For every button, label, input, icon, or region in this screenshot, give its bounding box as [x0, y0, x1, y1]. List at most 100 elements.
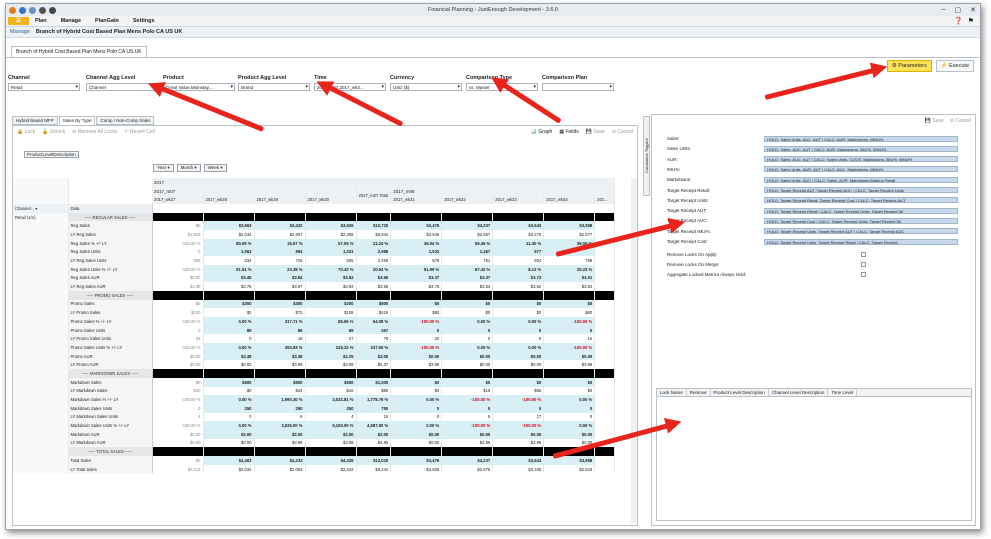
data-cell[interactable]: 534: [203, 256, 255, 265]
maximize-icon[interactable]: ▢: [955, 6, 962, 14]
data-cell[interactable]: $108: [305, 308, 357, 317]
data-cell[interactable]: 267: [355, 325, 392, 335]
data-cell[interactable]: 0: [543, 412, 596, 422]
lock-column-header[interactable]: Channel Level Description: [769, 389, 829, 396]
data-cell[interactable]: $0: [441, 299, 494, 309]
data-cell[interactable]: 4: [305, 412, 357, 422]
parameter-value[interactable]: HOLD: Sales Units, AUC | CALC: Sales, AU…: [764, 176, 958, 183]
data-cell[interactable]: 89: [254, 325, 306, 335]
data-cell[interactable]: [594, 412, 616, 422]
data-cell[interactable]: [594, 360, 616, 370]
data-cell[interactable]: $0: [543, 386, 596, 396]
data-cell[interactable]: [441, 369, 494, 378]
data-cell[interactable]: -100.00 %: [543, 317, 596, 326]
data-cell[interactable]: 79: [355, 334, 392, 344]
data-cell[interactable]: $3.99: [254, 360, 306, 370]
column-header[interactable]: 2017_wk29: [254, 195, 306, 205]
remove-all-locks-button[interactable]: ⊘ Remove All Locks: [72, 129, 117, 135]
data-cell[interactable]: $3.37: [390, 273, 443, 283]
data-cell[interactable]: 0.00 %: [203, 395, 255, 404]
data-cell[interactable]: $8,842: [355, 230, 392, 239]
data-cell[interactable]: 34: [152, 334, 204, 344]
data-cell[interactable]: [594, 351, 616, 361]
data-cell[interactable]: [594, 308, 616, 317]
data-cell[interactable]: 57.09 %: [305, 238, 357, 248]
data-cell[interactable]: $0.00: [152, 273, 204, 283]
data-cell[interactable]: $0: [441, 308, 494, 317]
column-header[interactable]: 2017_wk28: [203, 195, 255, 205]
filter-product-agg[interactable]: Product Agg Level Brand: [238, 75, 310, 91]
data-cell[interactable]: [543, 212, 596, 222]
data-cell[interactable]: $60: [543, 308, 596, 317]
graph-button[interactable]: 📊 Graph: [531, 129, 553, 135]
data-cell[interactable]: $0.00: [152, 360, 204, 370]
month-header-button[interactable]: Month ▾: [176, 164, 201, 172]
filter-currency[interactable]: Currency USD ($): [390, 75, 462, 91]
data-cell[interactable]: 36.54 %: [390, 238, 443, 248]
tab-hybrid-mfp[interactable]: Hybrid Based MFP: [12, 116, 58, 125]
data-cell[interactable]: $4,326: [305, 456, 357, 465]
data-cell[interactable]: 0: [543, 403, 596, 413]
data-cell[interactable]: $3.59: [355, 273, 392, 283]
data-cell[interactable]: [203, 447, 255, 456]
data-cell[interactable]: -100.00 %: [441, 395, 494, 404]
data-cell[interactable]: [390, 447, 443, 456]
revert-cell-button[interactable]: ↶ Revert Cell: [124, 129, 154, 135]
data-cell[interactable]: 6,150.00 %: [305, 421, 357, 430]
parameter-value[interactable]: HOLD: Target Receipt Retail, Target Rece…: [764, 197, 958, 204]
data-cell[interactable]: $3.94: [305, 282, 357, 291]
lock-column-header[interactable]: Product Level Description: [711, 389, 769, 396]
data-cell[interactable]: 16: [355, 412, 392, 422]
data-cell[interactable]: $3.99: [390, 360, 443, 370]
data-cell[interactable]: $3.45: [203, 273, 255, 283]
data-cell[interactable]: $13,020: [355, 456, 392, 465]
data-cell[interactable]: 18: [254, 334, 306, 344]
menu-plan[interactable]: Plan: [35, 18, 47, 24]
data-cell[interactable]: 1,032: [390, 247, 443, 257]
help-icon[interactable]: ❓: [954, 17, 963, 25]
data-cell[interactable]: [594, 377, 616, 387]
data-cell[interactable]: 67.42 %: [441, 264, 494, 274]
data-cell[interactable]: 0.00 %: [390, 421, 443, 430]
data-cell[interactable]: $4.01: [543, 273, 596, 283]
data-cell[interactable]: $3,558: [543, 456, 596, 465]
data-cell[interactable]: $3,643: [492, 221, 545, 231]
data-cell[interactable]: $3.39: [152, 282, 204, 291]
data-cell[interactable]: $0.00: [390, 351, 443, 361]
data-cell[interactable]: [390, 369, 443, 378]
column-header[interactable]: 2017_wk32: [441, 195, 494, 205]
data-cell[interactable]: $2.00: [305, 429, 357, 439]
data-cell[interactable]: -100.00 %: [543, 343, 596, 352]
grid-save-button[interactable]: 💾 Save: [586, 129, 605, 135]
data-cell[interactable]: $0: [543, 299, 596, 309]
data-cell[interactable]: $3,270: [492, 230, 545, 239]
data-cell[interactable]: 1,257: [441, 247, 494, 257]
data-cell[interactable]: 0.00 %: [203, 421, 255, 430]
data-cell[interactable]: 5: [441, 412, 494, 422]
data-cell[interactable]: 0: [543, 325, 596, 335]
data-cell[interactable]: $0.00: [492, 429, 545, 439]
data-cell[interactable]: $0: [492, 308, 545, 317]
data-cell[interactable]: $2,676: [441, 464, 494, 474]
data-cell[interactable]: $3.75: [203, 282, 255, 291]
data-cell[interactable]: $4.95: [355, 438, 392, 448]
data-cell[interactable]: $2,034: [203, 464, 255, 474]
data-cell[interactable]: [594, 247, 616, 257]
data-cell[interactable]: [254, 369, 306, 378]
data-cell[interactable]: $4,237: [441, 456, 494, 465]
data-cell[interactable]: $3.64: [543, 282, 596, 291]
data-cell[interactable]: $3.99: [254, 438, 306, 448]
data-cell[interactable]: 2,469: [355, 256, 392, 265]
data-cell[interactable]: 27: [305, 334, 357, 344]
lock-column-header[interactable]: Time Level: [828, 389, 858, 396]
data-cell[interactable]: $1,500: [355, 377, 392, 387]
data-cell[interactable]: [356, 212, 392, 222]
data-cell[interactable]: 20.94 %: [355, 264, 392, 274]
data-cell[interactable]: [305, 212, 357, 222]
channel-column-header[interactable]: Channel... ▾: [13, 204, 69, 213]
data-cell[interactable]: $0.00: [203, 360, 255, 370]
data-cell[interactable]: [543, 290, 596, 300]
filter-channel[interactable]: Channel Retail: [8, 75, 80, 91]
data-cell[interactable]: 0: [441, 403, 494, 413]
data-cell[interactable]: $300: [203, 299, 255, 309]
